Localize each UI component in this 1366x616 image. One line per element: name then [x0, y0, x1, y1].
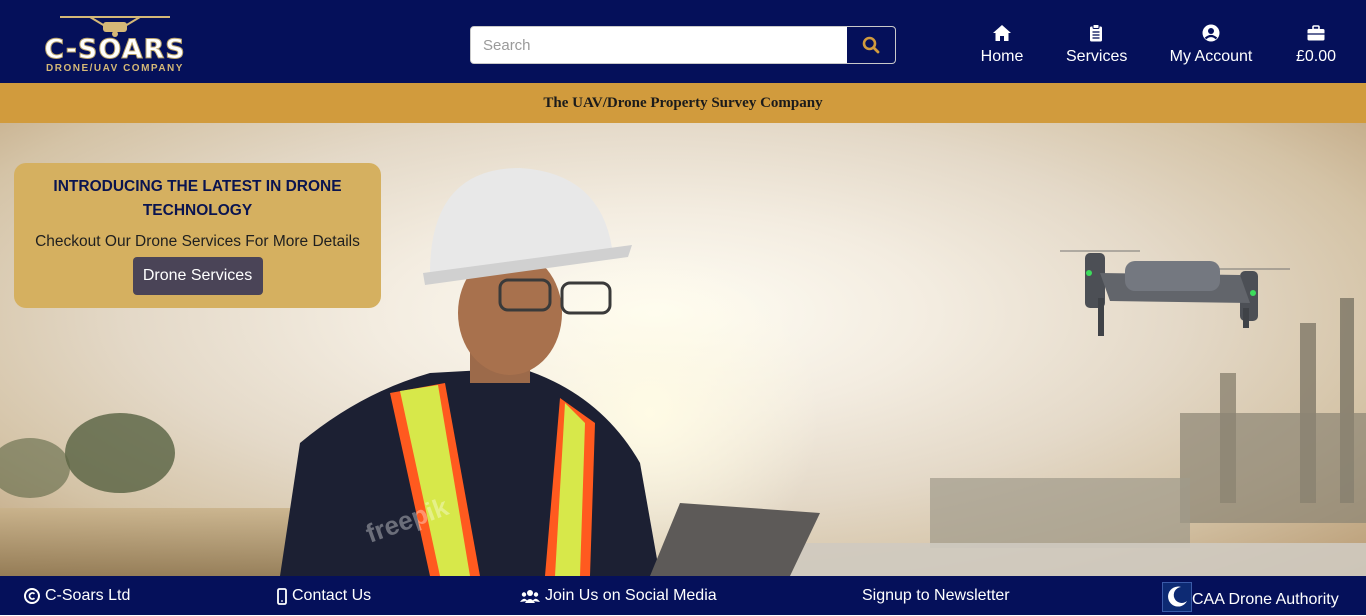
nav-home[interactable]: Home — [979, 24, 1025, 66]
briefcase-icon — [1307, 25, 1325, 41]
mobile-phone-icon — [277, 587, 287, 605]
footer-copyright-label: C-Soars Ltd — [45, 587, 131, 604]
home-icon — [993, 25, 1011, 41]
footer-contact-label: Contact Us — [292, 587, 372, 604]
hero-section: freepik INTRODUCING THE LATEST IN DRONE … — [0, 123, 1366, 576]
brand-tagline: DRONE/UAV COMPANY — [46, 63, 184, 74]
footer-caa-label: CAA Drone Authority — [1192, 590, 1339, 608]
user-circle-icon — [1202, 24, 1220, 42]
footer-social-label: Join Us on Social Media — [545, 587, 717, 604]
nav-services-label: Services — [1066, 48, 1128, 65]
search-input[interactable] — [471, 27, 847, 63]
nav-home-label: Home — [980, 48, 1024, 65]
brand-logo[interactable]: C-SOARS DRONE/UAV COMPANY — [30, 12, 200, 76]
footer-bar: C-Soars Ltd Contact Us Join Us on Social… — [0, 576, 1366, 615]
search-icon — [862, 36, 880, 54]
brand-name: C-SOARS — [44, 34, 186, 66]
clipboard-icon — [1090, 24, 1102, 42]
nav-my-account[interactable]: My Account — [1168, 24, 1254, 66]
footer-contact-link[interactable]: Contact Us — [277, 587, 371, 605]
copyright-icon — [24, 588, 40, 604]
nav-services[interactable]: Services — [1066, 24, 1128, 66]
promo-card: INTRODUCING THE LATEST IN DRONE TECHNOLO… — [14, 163, 381, 308]
search-bar — [470, 26, 896, 64]
top-navbar: C-SOARS DRONE/UAV COMPANY Home Services — [0, 0, 1366, 83]
nav-account-label: My Account — [1169, 48, 1253, 65]
footer-social-link[interactable]: Join Us on Social Media — [520, 587, 717, 605]
promo-title: INTRODUCING THE LATEST IN DRONE TECHNOLO… — [53, 178, 342, 219]
tagline-banner: The UAV/Drone Property Survey Company — [0, 83, 1366, 123]
nav-cart[interactable]: £0.00 — [1295, 24, 1337, 66]
footer-newsletter-link[interactable]: Signup to Newsletter — [862, 587, 1010, 605]
footer-caa-link[interactable]: CAA Drone Authority — [1162, 582, 1339, 612]
users-icon — [520, 589, 540, 603]
nav-cart-total: £0.00 — [1295, 48, 1337, 65]
footer-newsletter-label: Signup to Newsletter — [862, 587, 1010, 604]
promo-text: Checkout Our Drone Services For More Det… — [35, 233, 360, 250]
search-button[interactable] — [847, 27, 895, 63]
drone-services-button[interactable]: Drone Services — [132, 257, 263, 295]
footer-copyright: C-Soars Ltd — [24, 587, 130, 605]
drone-graphic — [1060, 250, 1290, 336]
caa-logo-icon — [1162, 582, 1192, 612]
